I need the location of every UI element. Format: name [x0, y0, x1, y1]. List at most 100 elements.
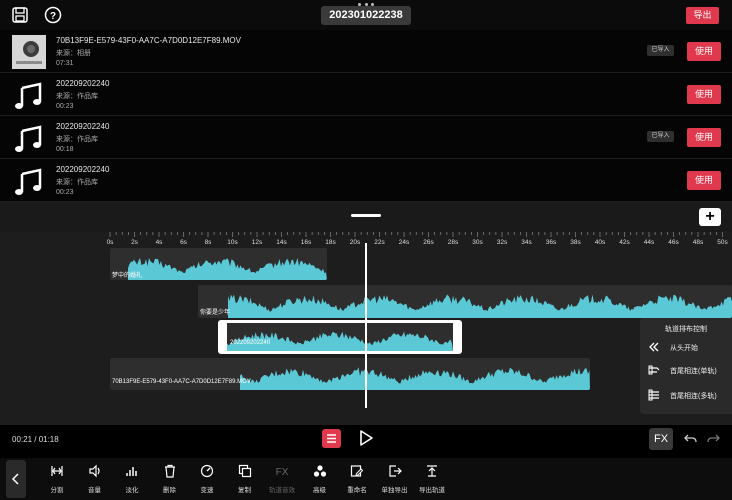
use-button[interactable]: 使用 — [687, 128, 721, 147]
waveform — [227, 331, 453, 351]
ruler-tick-label: 32s — [497, 239, 508, 246]
ruler-tick-label: 16s — [301, 239, 312, 246]
ruler-tick-label: 36s — [546, 239, 557, 246]
media-item[interactable]: 70B13F9E-E579-43F0-AA7C-A7D0D12E7F89.MOV… — [0, 30, 732, 73]
media-source: 来源：相册 — [56, 50, 91, 57]
ruler-tick-label: 2s — [131, 239, 139, 246]
single-track-icon — [648, 365, 660, 375]
playhead[interactable] — [365, 243, 367, 408]
media-name: 202209202240 — [56, 79, 110, 88]
fx-icon: FX — [276, 467, 289, 478]
rename-icon — [350, 465, 364, 477]
arrange-single-track[interactable]: 首尾相连(单轨) — [648, 364, 732, 378]
fx-button[interactable]: FX — [649, 428, 673, 450]
help-icon[interactable]: ? — [44, 6, 62, 24]
media-item[interactable]: 202209202240 来源：作品库 00:23 使用 — [0, 159, 732, 202]
advanced-tool[interactable]: 高级 — [300, 462, 340, 496]
imported-badge: 已导入 — [647, 45, 674, 56]
item-label: 从头开始 — [670, 345, 698, 352]
media-source: 来源：作品库 — [56, 136, 98, 143]
ruler-tick-label: 20s — [350, 239, 361, 246]
split-tool[interactable]: 分割 — [37, 462, 77, 496]
ruler-tick-label: 46s — [668, 239, 679, 246]
export-single-icon — [388, 465, 402, 477]
ruler-tick-label: 12s — [252, 239, 263, 246]
ruler-tick-label: 50s — [717, 239, 728, 246]
project-title[interactable]: 202301022238 — [321, 6, 411, 25]
panel-divider: + — [0, 202, 732, 232]
media-item[interactable]: 202209202240 来源：作品库 00:23 使用 — [0, 73, 732, 116]
waveform — [128, 257, 327, 280]
media-item[interactable]: 202209202240 来源：作品库 00:18 已导入 使用 — [0, 116, 732, 159]
export-button[interactable]: 导出 — [686, 7, 719, 24]
tool-label: 导出轨道 — [419, 487, 445, 494]
save-icon[interactable] — [11, 6, 29, 24]
svg-text:?: ? — [50, 11, 56, 22]
play-icon[interactable] — [357, 429, 375, 447]
speed-icon — [200, 464, 214, 478]
use-button[interactable]: 使用 — [687, 85, 721, 104]
clip-label: 70B13F9E-E579-43F0-AA7C-A7D0D12E7F89.MOV — [112, 379, 251, 385]
waveform — [228, 294, 732, 318]
music-note-icon — [15, 168, 42, 195]
media-duration: 00:18 — [56, 146, 74, 153]
redo-icon[interactable] — [707, 432, 720, 445]
tool-label: 变速 — [200, 487, 214, 494]
audio-clip[interactable]: 70B13F9E-E579-43F0-AA7C-A7D0D12E7F89.MOV — [110, 358, 590, 390]
tool-label: 轨道音效 — [269, 487, 295, 494]
fx-tool[interactable]: FX 轨道音效 — [262, 462, 302, 496]
ruler-tick-label: 18s — [325, 239, 336, 246]
split-icon — [51, 466, 63, 476]
arrange-from-start[interactable]: 从头开始 — [648, 341, 732, 355]
ruler-tick-label: 42s — [619, 239, 630, 246]
clip-label: 梦中的婚礼 — [112, 273, 143, 279]
rewind-icon — [649, 342, 659, 352]
copy-tool[interactable]: 复制 — [225, 462, 265, 496]
arrange-multi-track[interactable]: 首尾相连(多轨) — [648, 389, 732, 403]
chevron-left-icon — [11, 473, 19, 485]
tool-label: 高级 — [313, 487, 326, 494]
speed-tool[interactable]: 变速 — [187, 462, 227, 496]
ruler-tick-label: 22s — [374, 239, 385, 246]
use-button[interactable]: 使用 — [687, 171, 721, 190]
ruler-tick-label: 14s — [276, 239, 287, 246]
resize-handle[interactable] — [351, 214, 381, 217]
ruler-tick-label: 26s — [423, 239, 434, 246]
music-note-icon — [15, 125, 42, 152]
use-button[interactable]: 使用 — [687, 42, 721, 61]
ruler-tick-label: 38s — [570, 239, 581, 246]
trash-tool[interactable]: 删除 — [150, 462, 190, 496]
ruler-tick-label: 0s — [107, 239, 115, 246]
clip-label: 202209202240 — [230, 340, 271, 346]
copy-icon — [238, 464, 251, 478]
media-name: 70B13F9E-E579-43F0-AA7C-A7D0D12E7F89.MOV — [56, 36, 241, 45]
media-list: 70B13F9E-E579-43F0-AA7C-A7D0D12E7F89.MOV… — [0, 30, 732, 202]
tool-label: 删除 — [163, 487, 176, 494]
export-track-tool[interactable]: 导出轨道 — [412, 462, 452, 496]
back-button[interactable] — [6, 460, 26, 498]
undo-icon[interactable] — [684, 432, 697, 445]
list-toggle-button[interactable] — [322, 429, 341, 448]
media-source: 来源：作品库 — [56, 93, 98, 100]
media-duration: 07:31 — [56, 60, 74, 67]
audio-clip[interactable]: 你要是少年 — [198, 285, 732, 318]
media-name: 202209202240 — [56, 165, 110, 174]
item-label: 首尾相连(单轨) — [670, 368, 717, 375]
add-track-button[interactable]: + — [699, 208, 721, 226]
media-duration: 00:23 — [56, 189, 74, 196]
ruler-tick-label: 4s — [156, 239, 164, 246]
tool-label: 淡化 — [125, 487, 139, 494]
fade-tool[interactable]: 淡化 — [112, 462, 152, 496]
volume-tool[interactable]: 音量 — [75, 462, 115, 496]
time-counter: 00:21 / 01:18 — [12, 435, 59, 444]
export-single-tool[interactable]: 单独导出 — [375, 462, 415, 496]
audio-clip[interactable]: 梦中的婚礼 — [110, 248, 327, 280]
list-icon — [327, 434, 336, 443]
selected-audio-clip[interactable]: 202209202240 — [218, 320, 462, 354]
multi-track-icon — [648, 389, 659, 401]
media-duration: 00:23 — [56, 103, 74, 110]
export-track-icon — [427, 465, 437, 477]
top-bar: ? 202301022238 导出 — [0, 0, 732, 30]
waveform — [240, 367, 590, 390]
rename-tool[interactable]: 重命名 — [337, 462, 377, 496]
